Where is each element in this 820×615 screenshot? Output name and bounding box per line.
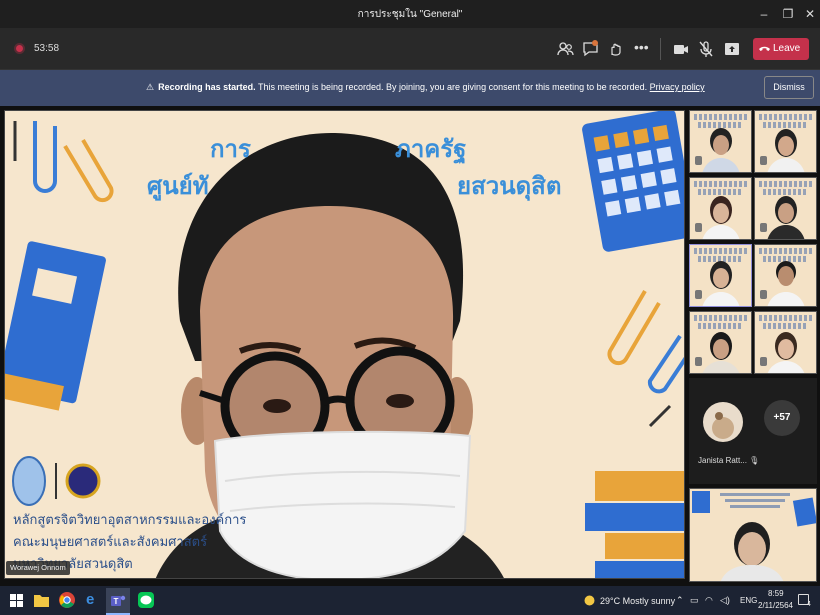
camera-icon[interactable] bbox=[672, 40, 690, 58]
participants-icon[interactable] bbox=[557, 40, 575, 58]
teams-taskbar-item[interactable]: T bbox=[106, 588, 130, 615]
toolbar-divider bbox=[660, 38, 661, 60]
slide-footer-line-1: หลักสูตรจิตวิทยาอุตสาหกรรมและองค์การ bbox=[13, 512, 247, 527]
main-video-tile[interactable]: การ ภาครัฐ ศูนย์ทั ยสวนดุสิต หลักสูตรจิต… bbox=[4, 110, 685, 579]
mic-muted-icon bbox=[695, 290, 702, 299]
close-icon[interactable]: ✕ bbox=[801, 5, 819, 23]
mic-muted-icon bbox=[695, 156, 702, 165]
slide-title-fragment-4: ยสวนดุสิต bbox=[457, 173, 562, 200]
clock-date[interactable]: 2/11/2564 bbox=[758, 601, 793, 610]
recording-message: ⚠ Recording has started. This meeting is … bbox=[146, 82, 705, 93]
windows-taskbar: e T 29°C Mostly sunny ⌃ ▭ ◠ ◁) ENG 8:59 … bbox=[0, 586, 820, 615]
participant-tile[interactable] bbox=[689, 110, 752, 173]
audio-participant-name: Janista Ratt... 🎙 bbox=[698, 456, 760, 465]
self-video-tile[interactable] bbox=[689, 488, 817, 582]
file-explorer-icon[interactable] bbox=[34, 593, 49, 607]
privacy-policy-link[interactable]: Privacy policy bbox=[650, 82, 705, 92]
participant-avatar[interactable] bbox=[703, 402, 743, 442]
more-options-icon[interactable]: ••• bbox=[634, 40, 652, 58]
microphone-muted-icon[interactable] bbox=[697, 40, 715, 58]
mic-muted-icon bbox=[760, 290, 767, 299]
participant-tile[interactable] bbox=[689, 311, 752, 374]
leave-button[interactable]: Leave bbox=[753, 38, 809, 60]
participant-tile[interactable] bbox=[754, 177, 817, 240]
share-screen-icon[interactable] bbox=[723, 40, 741, 58]
more-participants-button[interactable]: +57 bbox=[764, 400, 800, 436]
recording-bold-text: Recording has started. bbox=[158, 82, 256, 92]
main-participant-name: Worawej Onnom bbox=[6, 561, 70, 575]
slide-footer-line-2: คณะมนุษยศาสตร์และสังคมศาสตร์ bbox=[13, 534, 208, 549]
mic-muted-icon: 🎙 bbox=[749, 456, 760, 465]
recording-indicator-icon bbox=[14, 43, 25, 54]
mic-muted-icon bbox=[760, 357, 767, 366]
chrome-icon[interactable] bbox=[59, 592, 75, 608]
edge-icon[interactable]: e bbox=[86, 591, 94, 608]
windows-start-icon[interactable] bbox=[10, 594, 23, 607]
leave-label: Leave bbox=[773, 43, 801, 54]
clock-time[interactable]: 8:59 bbox=[768, 589, 784, 598]
mic-muted-icon bbox=[695, 357, 702, 366]
slide-title-fragment-1: การ bbox=[210, 136, 251, 163]
recording-consent-text: This meeting is being recorded. By joini… bbox=[255, 82, 650, 92]
meeting-timer: 53:58 bbox=[34, 43, 60, 54]
slide-title-fragment-2: ภาครัฐ bbox=[395, 136, 467, 163]
slide-title-fragment-3: ศูนย์ทั bbox=[147, 173, 209, 200]
chat-icon[interactable] bbox=[582, 40, 600, 58]
title-bar: การประชุมใน "General" – ❐ ✕ bbox=[0, 0, 820, 28]
reactions-icon[interactable] bbox=[607, 40, 625, 58]
participant-tile[interactable] bbox=[689, 177, 752, 240]
mic-muted-icon bbox=[760, 156, 767, 165]
line-app-icon[interactable] bbox=[138, 592, 154, 608]
tray-chevron-icon[interactable]: ⌃ bbox=[676, 595, 684, 606]
participant-tile[interactable] bbox=[754, 110, 817, 173]
weather-text[interactable]: 29°C Mostly sunny bbox=[600, 596, 675, 606]
mic-muted-icon bbox=[695, 223, 702, 232]
recording-banner: ⚠ Recording has started. This meeting is … bbox=[0, 70, 820, 106]
teams-icon: T bbox=[111, 595, 126, 606]
weather-sun-icon bbox=[584, 595, 595, 606]
participant-tile[interactable] bbox=[689, 244, 752, 307]
window-title: การประชุมใน "General" bbox=[357, 9, 463, 20]
volume-icon[interactable]: ◁) bbox=[720, 595, 730, 606]
maximize-icon[interactable]: ❐ bbox=[779, 5, 797, 23]
wifi-icon[interactable]: ◠ bbox=[705, 595, 713, 606]
warning-icon: ⚠ bbox=[146, 82, 155, 92]
language-indicator[interactable]: ENG bbox=[740, 596, 757, 605]
network-icon[interactable]: ▭ bbox=[690, 595, 699, 606]
mic-muted-icon bbox=[760, 223, 767, 232]
notifications-count: 4 bbox=[807, 601, 811, 608]
phone-hangup-icon bbox=[759, 46, 770, 51]
participant-tile[interactable] bbox=[754, 311, 817, 374]
meeting-toolbar: 53:58 ••• Leave bbox=[0, 28, 820, 70]
minimize-icon[interactable]: – bbox=[755, 5, 773, 23]
dismiss-button[interactable]: Dismiss bbox=[764, 76, 814, 99]
svg-text:T: T bbox=[114, 597, 119, 606]
participant-tile[interactable] bbox=[754, 244, 817, 307]
